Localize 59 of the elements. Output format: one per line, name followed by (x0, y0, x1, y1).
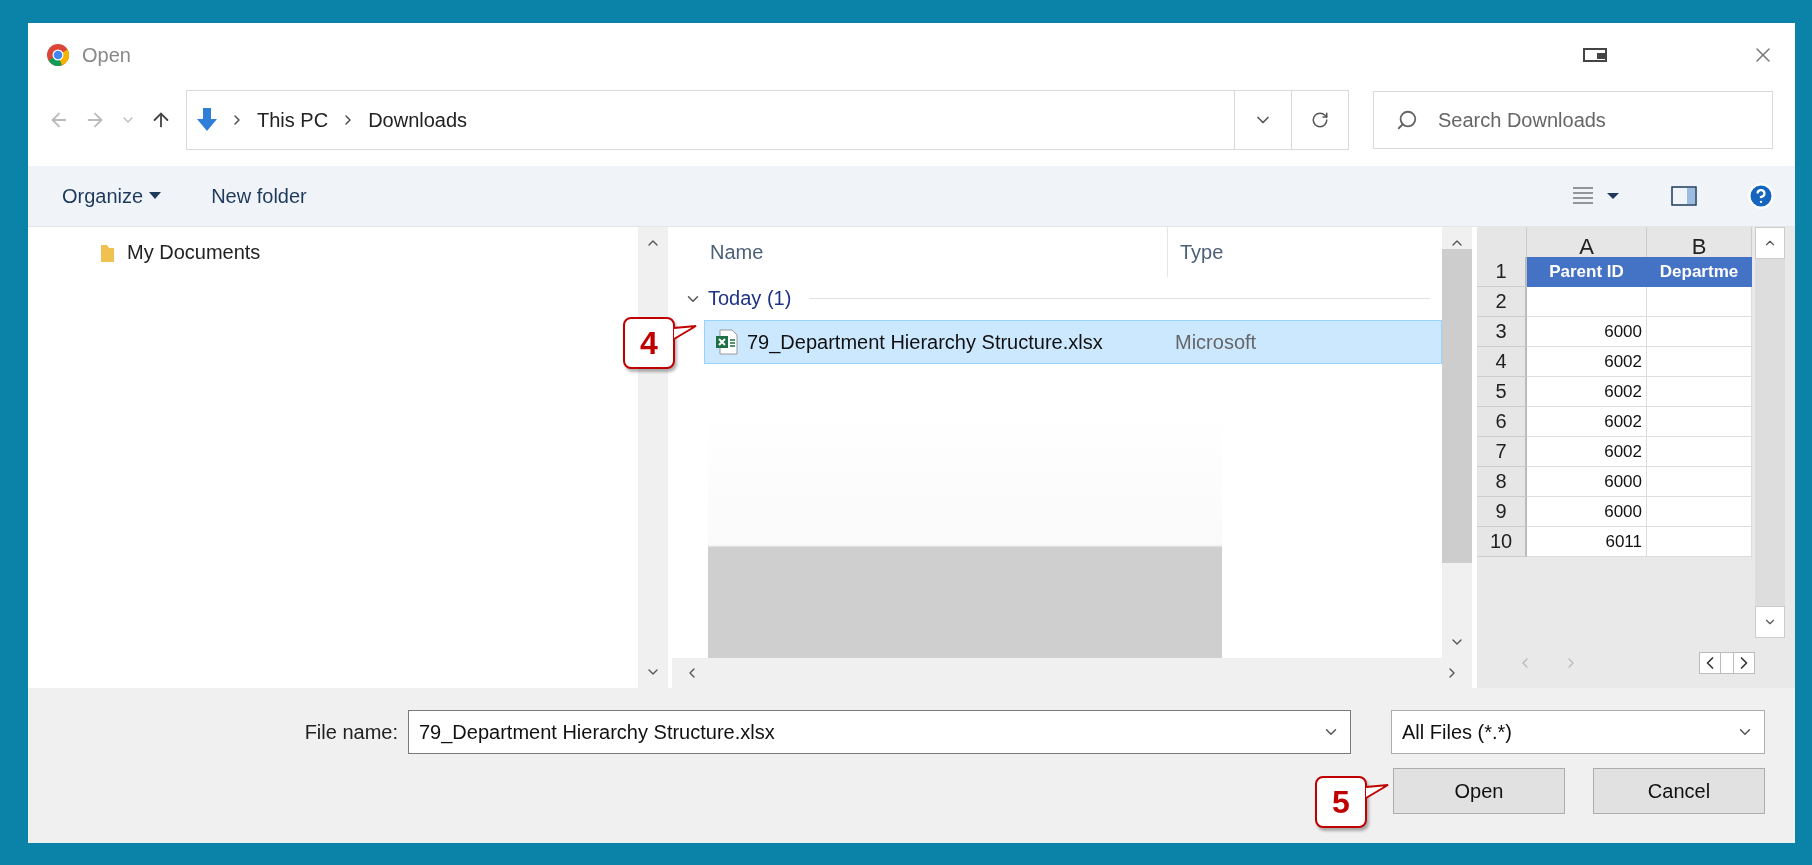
browser-logo-icon (46, 43, 70, 67)
sidebar-item[interactable]: My Documents (93, 237, 638, 268)
open-button[interactable]: Open (1393, 768, 1565, 814)
preview-pane-icon[interactable] (1671, 186, 1697, 206)
scrollbar[interactable] (638, 227, 668, 688)
step-callout: 4 (623, 317, 675, 369)
header-cell: Departme (1647, 257, 1752, 287)
column-header[interactable]: Type (1168, 240, 1224, 264)
table-cell: 6002 (1527, 437, 1647, 467)
file-type-dropdown[interactable]: All Files (*.*) (1391, 710, 1765, 754)
spreadsheet-file-icon (715, 329, 739, 355)
header-cell: Parent ID (1527, 257, 1647, 287)
breadcrumb-item[interactable]: Downloads (368, 108, 468, 132)
window-title: Open (82, 43, 132, 67)
row-number: 9 (1477, 497, 1527, 527)
row-number: 3 (1477, 317, 1527, 347)
address-bar[interactable]: This PC Downloads (186, 90, 1349, 150)
row-number: 1 (1477, 257, 1527, 287)
table-cell: 6000 (1527, 467, 1647, 497)
search-icon (1396, 109, 1418, 131)
file-name-label: File name: (304, 720, 398, 744)
table-cell: 6011 (1527, 527, 1647, 557)
row-number: 10 (1477, 527, 1527, 557)
search-field[interactable]: Search Downloads (1373, 91, 1773, 149)
horizontal-scrollbar[interactable] (672, 658, 1472, 688)
table-cell: 6000 (1527, 497, 1647, 527)
sidebar-item-label: My Documents (127, 241, 261, 264)
file-name: 79_Department Hierarchy Structure.xlsx (747, 330, 1103, 354)
sheet-navigation[interactable] (1699, 652, 1755, 674)
organize-menu[interactable]: Organize (62, 184, 162, 208)
scrollbar[interactable] (1442, 227, 1472, 658)
cancel-button[interactable]: Cancel (1593, 768, 1765, 814)
row-number: 4 (1477, 347, 1527, 377)
column-header[interactable]: Name (672, 227, 1168, 277)
caret-icon (149, 192, 162, 200)
refresh-icon[interactable] (1311, 111, 1329, 129)
download-icon (197, 108, 217, 132)
row-number: 7 (1477, 437, 1527, 467)
table-cell: 6002 (1527, 377, 1647, 407)
row-number: 8 (1477, 467, 1527, 497)
callout-pointer (673, 325, 697, 341)
file-name-field[interactable]: 79_Department Hierarchy Structure.xlsx (408, 710, 1351, 754)
view-options-icon[interactable] (1571, 185, 1621, 207)
table-cell: 6002 (1527, 347, 1647, 377)
row-number: 5 (1477, 377, 1527, 407)
group-label: Today (1) (708, 287, 792, 310)
step-callout: 5 (1315, 776, 1367, 828)
snap-window-icon[interactable] (1583, 47, 1609, 63)
folder-icon (99, 242, 115, 263)
new-folder-button[interactable]: New folder (211, 184, 307, 208)
callout-pointer (1365, 784, 1389, 800)
table-cell: 6000 (1527, 317, 1647, 347)
file-type: Microsoft (1175, 330, 1257, 354)
breadcrumb-item[interactable]: This PC (257, 108, 329, 132)
row-number: 2 (1477, 287, 1527, 317)
row-number: 6 (1477, 407, 1527, 437)
scrollbar[interactable] (1755, 227, 1785, 638)
table-cell: 6002 (1527, 407, 1647, 437)
help-icon[interactable] (1747, 182, 1775, 210)
